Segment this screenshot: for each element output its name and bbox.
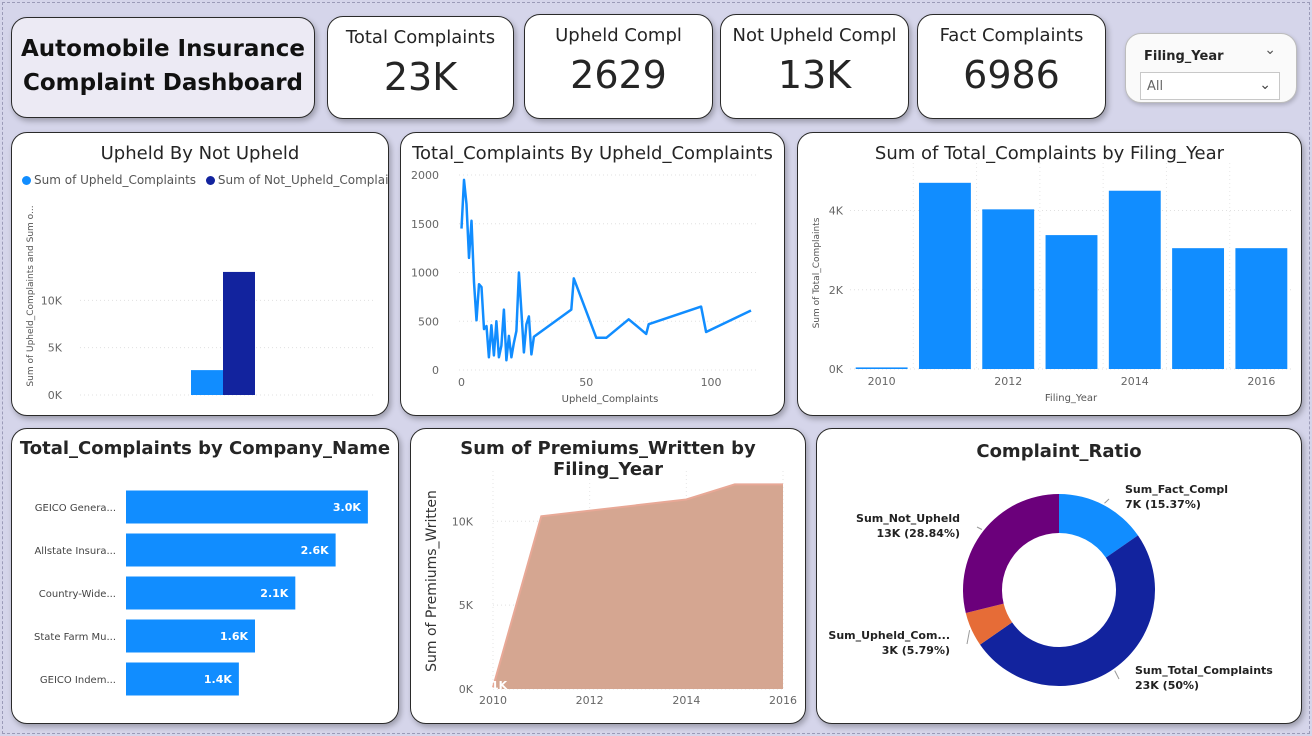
- data-label: 1.4K: [204, 673, 232, 686]
- category-label: Allstate Insura...: [34, 546, 116, 557]
- kpi-not-upheld-complaints: Not Upheld Compl 13K: [720, 14, 909, 119]
- area-fill: [493, 484, 783, 689]
- bar-company: [126, 490, 368, 524]
- bar-year-2014: [1108, 190, 1161, 369]
- x-tick-label: 2016: [1247, 375, 1275, 388]
- chart-total-by-year[interactable]: Sum of Total_Complaints by Filing_Year 0…: [797, 132, 1302, 416]
- kpi-value: 13K: [777, 53, 852, 97]
- chart-total-by-upheld[interactable]: Total_Complaints By Upheld_Complaints 05…: [400, 132, 785, 416]
- y-tick-label: 5K: [48, 342, 63, 355]
- y-tick-label: 4K: [829, 205, 844, 218]
- y-tick-label: 500: [418, 315, 439, 328]
- kpi-value: 6986: [963, 53, 1060, 97]
- leader-line: [976, 526, 983, 530]
- slicer-selected-value: All: [1147, 79, 1164, 94]
- bar-year-2012: [982, 209, 1035, 369]
- slice-value-label: 13K (28.84%): [876, 527, 960, 540]
- x-tick-label: 2016: [769, 694, 797, 707]
- slicer-label: Filing_Year: [1144, 49, 1224, 64]
- kpi-upheld-complaints: Upheld Compl 2629: [524, 14, 713, 119]
- bar-year-2016: [1235, 248, 1288, 369]
- chart-complaint-ratio[interactable]: Complaint_Ratio Sum_Fact_Compl 7K (15.37%…: [816, 428, 1302, 724]
- chart-total-by-company[interactable]: Total_Complaints by Company_Name GEICO G…: [11, 428, 399, 724]
- x-axis-label: Filing_Year: [1045, 393, 1098, 404]
- leader-line: [1114, 670, 1120, 680]
- leader-line: [1104, 498, 1110, 504]
- kpi-label: Upheld Compl: [555, 25, 682, 46]
- chart-plot: GEICO Genera... 3.0K Allstate Insura... 2.6…: [34, 490, 368, 696]
- filing-year-slicer[interactable]: Filing_Year ⌄ All ⌄: [1125, 33, 1297, 103]
- data-label: 1.6K: [220, 630, 248, 643]
- y-tick-label: 0K: [48, 389, 63, 402]
- x-tick-label: 2014: [1121, 375, 1149, 388]
- chart-plot: 0K 5K 10K 2010 2012 2014 2016 1K Sum of Premiums…: [424, 471, 797, 707]
- y-tick-label: 0K: [829, 363, 844, 376]
- x-tick-label: 2010: [479, 694, 507, 707]
- y-tick-label: 0: [432, 364, 439, 377]
- x-tick-label: 2012: [994, 375, 1022, 388]
- dashboard-title: Automobile Insurance Complaint Dashboard: [20, 36, 306, 96]
- kpi-label: Total Complaints: [345, 27, 496, 48]
- y-axis-label: Sum of Upheld_Complaints and Sum o...: [26, 205, 36, 386]
- y-tick-label: 10K: [41, 294, 63, 307]
- bar-year-2015: [1172, 248, 1225, 369]
- data-label: 2.1K: [260, 587, 288, 600]
- slice-name-label: Sum_Upheld_Com...: [828, 629, 950, 642]
- bar-year-2011: [918, 182, 971, 369]
- chart-plot: 0K 2K 4K 2010 2012 2014 2016 Filing_Year Sum of …: [812, 163, 1293, 404]
- series-line: [460, 178, 752, 362]
- kpi-label: Fact Complaints: [939, 25, 1084, 46]
- slice-value-label: 3K (5.79%): [882, 644, 950, 657]
- slice-value-label: 23K (50%): [1135, 679, 1199, 692]
- x-tick-label: 2012: [576, 694, 604, 707]
- slice-value-label: 7K (15.37%): [1125, 498, 1201, 511]
- slice-name-label: Sum_Not_Upheld: [856, 512, 960, 525]
- y-tick-label: 5K: [459, 599, 474, 612]
- chart-plot: 0 500 1000 1500 2000 0 50 100 Upheld_Complaints: [411, 169, 756, 405]
- kpi-label: Not Upheld Compl: [732, 25, 897, 46]
- x-axis-label: Upheld_Complaints: [562, 394, 659, 405]
- y-tick-label: 2K: [829, 284, 844, 297]
- data-label: 1K: [491, 679, 508, 692]
- x-tick-label: 100: [701, 376, 722, 389]
- y-tick-label: 1500: [411, 218, 439, 231]
- slice-name-label: Sum_Fact_Compl: [1125, 483, 1228, 496]
- dropdown-chevron-icon[interactable]: ⌄: [1259, 77, 1271, 93]
- data-label: 2.6K: [301, 544, 329, 557]
- x-tick-label: 2014: [672, 694, 700, 707]
- category-label: State Farm Mu...: [34, 632, 116, 643]
- x-tick-label: 50: [579, 376, 593, 389]
- leader-line: [966, 630, 971, 645]
- chart-upheld-by-not-upheld[interactable]: Upheld By Not Upheld Sum of Upheld_Compl…: [11, 132, 389, 416]
- chart-plot: 0K 5K 10K Sum of Upheld_Complaints and Sum …: [26, 205, 374, 402]
- y-tick-label: 0K: [459, 683, 474, 696]
- category-label: GEICO Indem...: [40, 675, 116, 686]
- y-tick-label: 2000: [411, 169, 439, 182]
- chevron-down-icon[interactable]: ⌄: [1264, 42, 1276, 58]
- kpi-value: 2629: [570, 53, 667, 97]
- y-tick-label: 1000: [411, 267, 439, 280]
- kpi-total-complaints: Total Complaints 23K: [327, 16, 514, 119]
- kpi-value: 23K: [383, 55, 458, 99]
- bar-not-upheld: [223, 271, 255, 395]
- kpi-fact-complaints: Fact Complaints 6986: [917, 14, 1106, 119]
- dashboard-title-card: Automobile Insurance Complaint Dashboard: [11, 17, 315, 118]
- bar-year-2013: [1045, 235, 1098, 369]
- chart-plot: Sum_Fact_Compl 7K (15.37%) Sum_Total_Compl…: [828, 483, 1273, 692]
- category-label: Country-Wide...: [39, 589, 116, 600]
- data-label: 3.0K: [333, 501, 361, 514]
- donut-slice: [963, 494, 1059, 613]
- bar-upheld: [191, 370, 223, 395]
- slicer-dropdown[interactable]: All ⌄: [1140, 72, 1280, 100]
- y-tick-label: 10K: [452, 515, 474, 528]
- category-label: GEICO Genera...: [35, 503, 116, 514]
- x-tick-label: 2010: [868, 375, 896, 388]
- y-axis-label: Sum of Total_Complaints: [812, 217, 822, 328]
- chart-premiums-by-year[interactable]: Sum of Premiums_Written by Filing_Year 0…: [410, 428, 806, 724]
- slice-name-label: Sum_Total_Complaints: [1135, 664, 1273, 677]
- y-axis-label: Sum of Premiums_Written: [424, 490, 440, 672]
- bar-year-2010: [855, 367, 908, 369]
- x-tick-label: 0: [458, 376, 465, 389]
